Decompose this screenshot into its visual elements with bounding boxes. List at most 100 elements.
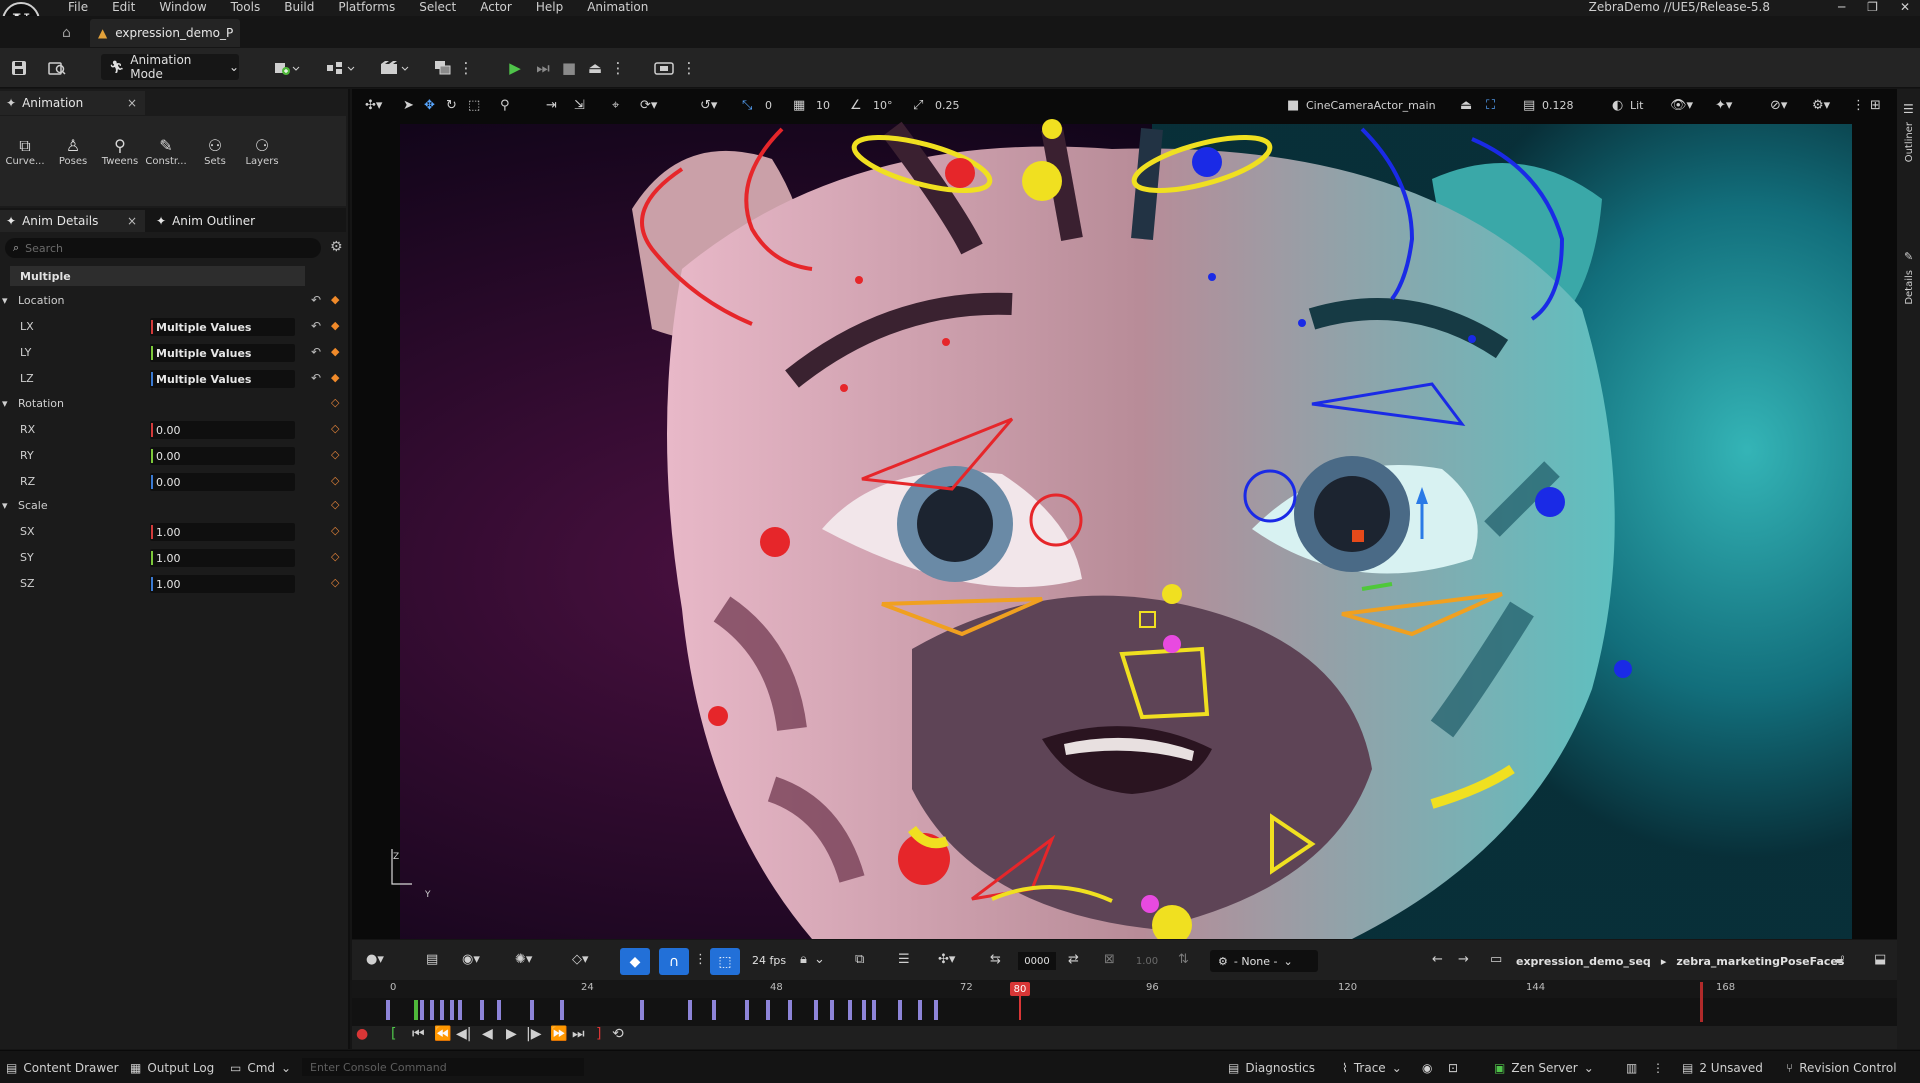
tool-curve[interactable]: ⧉ Curve... (2, 136, 48, 167)
keyframe[interactable] (414, 1000, 418, 1020)
keyframe[interactable] (420, 1000, 424, 1020)
close-anim-details-icon[interactable]: × (127, 214, 137, 228)
minimize-icon[interactable]: ─ (1838, 0, 1845, 14)
menu-help[interactable]: Help (524, 0, 575, 14)
keyframe[interactable] (862, 1000, 866, 1020)
breadcrumb-subsequence[interactable]: zebra_marketingPoseFaces (1676, 955, 1844, 968)
keyframe-icon[interactable]: ◆ (331, 345, 339, 358)
end-marker[interactable] (1700, 982, 1703, 1022)
snap-toggle[interactable]: ∩ (659, 948, 689, 975)
sequencer-options-icon[interactable]: ●▾ (366, 952, 384, 967)
next-key-icon[interactable]: ⏩ (550, 1026, 567, 1042)
keyframe[interactable] (530, 1000, 534, 1020)
record-icon[interactable]: ● (356, 1026, 368, 1042)
expand-location-icon[interactable]: ▾ (2, 294, 8, 307)
tool-sets[interactable]: ⚇ Sets (192, 136, 238, 167)
status-more-icon[interactable]: ⋮ (1652, 1061, 1664, 1075)
rotation-snap-icon[interactable]: ↺▾ (700, 98, 717, 113)
sx-field[interactable]: 1.00 (150, 523, 295, 541)
gear-icon[interactable]: ⚙ (330, 239, 343, 255)
save-sequence-icon[interactable]: ▤ (426, 952, 438, 967)
keyframe[interactable] (872, 1000, 876, 1020)
unsaved-button[interactable]: ▤ 2 Unsaved (1682, 1061, 1763, 1075)
keyframe-icon[interactable]: ◇ (331, 550, 339, 563)
record-status-icon[interactable]: ◉ (1422, 1061, 1432, 1075)
menu-platforms[interactable]: Platforms (326, 0, 407, 14)
keyframe[interactable] (898, 1000, 902, 1020)
menu-edit[interactable]: Edit (100, 0, 147, 14)
rotate-tool-icon[interactable]: ↻ (446, 98, 457, 113)
swap-icon[interactable]: ⇄ (1068, 952, 1079, 967)
keyframe[interactable] (450, 1000, 454, 1020)
keyframe[interactable] (430, 1000, 434, 1020)
details-search-input[interactable]: ⌕ Search (5, 238, 321, 258)
transform-keys-icon[interactable]: ✣▾ (938, 952, 955, 967)
keyframe[interactable] (814, 1000, 818, 1020)
menu-tools[interactable]: Tools (219, 0, 273, 14)
keyframe[interactable] (688, 1000, 692, 1020)
frame-step-icon[interactable]: ⇆ (990, 952, 1001, 967)
revision-control-dropdown[interactable]: ⑂ Revision Control (1786, 1061, 1897, 1075)
camera-speed-icon[interactable]: ▤ (1523, 98, 1535, 113)
translate-tool-icon[interactable]: ✥ (424, 98, 435, 113)
ly-field[interactable]: Multiple Values (150, 344, 295, 362)
tree-view-icon[interactable]: ☰ (898, 952, 910, 967)
playhead[interactable]: 80 (1010, 982, 1030, 996)
auto-key-toggle[interactable]: ◆ (620, 948, 650, 975)
camera-cut-dropdown[interactable]: ⚙ - None - ⌄ (1210, 950, 1318, 972)
speed-step-icon[interactable]: ⇅ (1178, 952, 1189, 967)
scale-tool-icon[interactable]: ⬚ (468, 98, 480, 113)
lock-icon[interactable]: 🔒︎ (800, 952, 807, 967)
more-play-icon[interactable]: ⋮ (611, 56, 626, 80)
close-animation-tab-icon[interactable]: × (127, 96, 137, 110)
scale-snap-icon[interactable]: ⤢ (913, 98, 923, 113)
trace-dropdown[interactable]: ⌇ Trace ⌄ (1342, 1061, 1402, 1075)
playback-speed-input[interactable]: 1.00 (1130, 952, 1164, 970)
play-forward-icon[interactable]: ▶ (506, 1026, 517, 1042)
back-arrow-icon[interactable]: ← (1432, 952, 1443, 967)
grid-size-icon[interactable]: ▦ (793, 98, 805, 113)
tab-animation[interactable]: ✦ Animation (0, 91, 145, 115)
reset-icon[interactable]: ↶ (311, 319, 321, 333)
viewport-options-icon[interactable]: ✣▾ (365, 98, 382, 113)
keyframe-icon[interactable]: ◇ (331, 396, 339, 409)
add-actor-icon[interactable] (272, 56, 302, 80)
more-snap-icon[interactable]: ⋮ (694, 952, 707, 967)
pivot-icon[interactable]: ⚲ (500, 98, 510, 113)
grid-snap-value[interactable]: 0 (765, 99, 772, 112)
current-frame-input[interactable]: 0000 (1018, 952, 1056, 970)
keyframe-icon[interactable]: ◇ (331, 474, 339, 487)
save-icon[interactable] (8, 56, 30, 80)
sz-field[interactable]: 1.00 (150, 575, 295, 593)
keyframe-icon[interactable]: ◆ (331, 293, 339, 306)
zen-server-dropdown[interactable]: ▣ Zen Server ⌄ (1494, 1061, 1594, 1075)
reverse-play-icon[interactable]: ◀ (482, 1026, 493, 1042)
more-icon[interactable]: ⋮ (459, 56, 474, 80)
keyframe[interactable] (560, 1000, 564, 1020)
layout-icon[interactable]: ⊞ (1870, 98, 1881, 113)
tool-poses[interactable]: ♙ Poses (50, 136, 96, 167)
next-frame-icon[interactable]: |▶ (526, 1026, 541, 1042)
close-x-icon[interactable]: ⊠ (1104, 952, 1115, 967)
screenshot-icon[interactable]: ⊡ (1448, 1061, 1458, 1075)
camera-options-icon[interactable] (652, 56, 676, 80)
keyframe-icon[interactable]: ◆ (331, 319, 339, 332)
menu-file[interactable]: File (56, 0, 100, 14)
tab-expression-demo[interactable]: ▲ expression_demo_P (90, 19, 240, 47)
menu-window[interactable]: Window (147, 0, 218, 14)
viewport-more-icon[interactable]: ⋮ (1852, 98, 1865, 113)
tab-anim-outliner[interactable]: ✦ Anim Outliner (150, 210, 300, 232)
grid-snap-icon[interactable]: ⤡ (742, 98, 752, 113)
level-viewport[interactable] (352, 89, 1897, 939)
performance-icon[interactable]: ✦▾ (1715, 98, 1732, 113)
breadcrumb-sequence[interactable]: expression_demo_seq (1516, 955, 1651, 968)
rotation-category[interactable]: ▾ Rotation ◇ (0, 392, 346, 416)
lit-icon[interactable]: ◐ (1612, 98, 1623, 113)
blueprint-icon[interactable] (325, 56, 357, 80)
reset-icon[interactable]: ↶ (311, 293, 321, 307)
outliner-tab[interactable]: Outliner (1904, 122, 1915, 162)
transform-space-icon[interactable]: ⌖ (612, 98, 619, 113)
home-icon[interactable]: ⌂ (62, 25, 71, 41)
previous-frame-icon[interactable]: ◀| (456, 1026, 471, 1042)
realtime-icon[interactable]: ⊘▾ (1770, 98, 1787, 113)
